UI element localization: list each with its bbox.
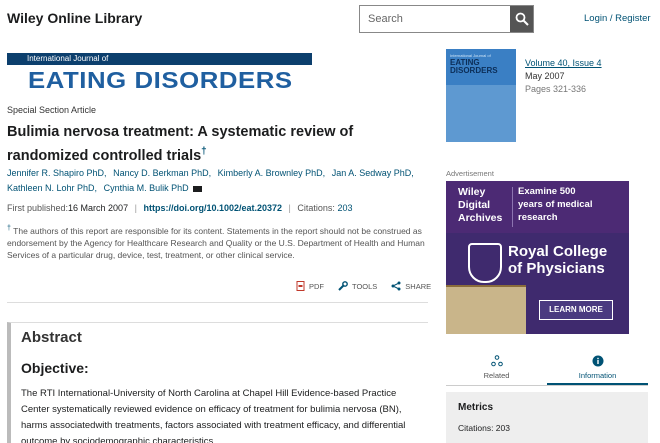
tools-button[interactable]: TOOLS bbox=[338, 281, 377, 291]
mail-icon[interactable] bbox=[192, 185, 202, 192]
first-published-date: 16 March 2007 bbox=[68, 203, 129, 213]
ad-rcp-name: Royal College of Physicians bbox=[508, 243, 607, 277]
ad-wda-line: Digital bbox=[458, 199, 491, 211]
first-published-label: First published: bbox=[7, 203, 69, 213]
tab-related[interactable]: Related bbox=[446, 351, 547, 385]
ad-rcp-line: of Physicians bbox=[508, 260, 605, 277]
journal-cover[interactable]: International Journal of EATING DISORDER… bbox=[446, 49, 516, 142]
site-logo[interactable]: Wiley Online Library bbox=[7, 10, 142, 26]
ad-wda-logo: Wiley Digital Archives bbox=[458, 186, 502, 225]
doi-link[interactable]: https://doi.org/10.1002/eat.20372 bbox=[143, 203, 282, 213]
abstract-section: Abstract Objective: The RTI Internationa… bbox=[7, 322, 428, 443]
search-button[interactable] bbox=[510, 6, 533, 32]
ad-artwork bbox=[446, 285, 526, 334]
metrics-heading: Metrics bbox=[458, 402, 494, 413]
article-title: Bulimia nervosa treatment: A systematic … bbox=[7, 123, 427, 166]
author-link[interactable]: Kimberly A. Brownley PhD, bbox=[218, 168, 326, 178]
title-footnote-mark[interactable]: † bbox=[201, 146, 207, 157]
ad-tagline-line: Examine 500 bbox=[518, 186, 576, 197]
pdf-label: PDF bbox=[309, 281, 324, 291]
ad-rcp-line: Royal College bbox=[508, 243, 608, 260]
related-icon bbox=[490, 355, 503, 367]
abstract-heading: Abstract bbox=[21, 329, 82, 346]
ad-wda-line: Archives bbox=[458, 212, 503, 224]
info-icon bbox=[592, 355, 603, 367]
tab-information-label: Information bbox=[578, 371, 617, 380]
journal-banner[interactable]: International Journal of bbox=[7, 53, 312, 65]
ad-label: Advertisement bbox=[446, 169, 494, 178]
tab-related-label: Related bbox=[483, 371, 510, 380]
advertisement[interactable]: Wiley Digital Archives Examine 500 years… bbox=[446, 181, 629, 334]
search-box bbox=[359, 5, 534, 33]
separator: | bbox=[288, 203, 291, 213]
author-link[interactable]: Nancy D. Berkman PhD, bbox=[113, 168, 211, 178]
rcp-crest-icon bbox=[468, 243, 502, 283]
issue-date: May 2007 bbox=[525, 71, 565, 81]
login-register-link[interactable]: Login / Register bbox=[584, 13, 651, 24]
share-button[interactable]: SHARE bbox=[391, 281, 431, 291]
journal-title[interactable]: EATING DISORDERS bbox=[28, 67, 293, 94]
objective-text: The RTI International-University of Nort… bbox=[21, 388, 406, 443]
tab-information[interactable]: Information bbox=[547, 351, 648, 385]
citations-count-link[interactable]: 203 bbox=[337, 203, 352, 213]
volume-issue-link[interactable]: Volume 40, Issue 4 bbox=[525, 57, 602, 70]
ad-wda-line: Wiley bbox=[458, 186, 486, 198]
pdf-icon bbox=[296, 281, 305, 291]
footnote-mark: † bbox=[7, 224, 11, 232]
author-link[interactable]: Jan A. Sedway PhD, bbox=[332, 168, 414, 178]
share-label: SHARE bbox=[405, 281, 432, 291]
objective-heading: Objective: bbox=[21, 360, 89, 376]
ad-tagline-line: research bbox=[518, 212, 558, 223]
learn-more-button[interactable]: LEARN MORE bbox=[539, 300, 613, 320]
footnote-text: The authors of this report are responsib… bbox=[7, 225, 425, 260]
article-tools: PDF TOOLS SHARE bbox=[296, 281, 431, 291]
author-list: Jennifer R. Shapiro PhD, Nancy D. Berkma… bbox=[7, 166, 427, 196]
ad-divider bbox=[512, 187, 513, 227]
divider bbox=[7, 302, 428, 303]
cover-image bbox=[446, 85, 516, 142]
separator: | bbox=[134, 203, 137, 213]
cover-title: EATING DISORDERS bbox=[450, 59, 498, 75]
sidebar-tabs: Related Information bbox=[446, 351, 648, 386]
issue-pages: Pages 321-336 bbox=[525, 84, 587, 94]
wrench-icon bbox=[338, 281, 348, 291]
ad-tagline: Examine 500 years of medical research bbox=[518, 185, 592, 224]
metrics-citations: Citations: 203 bbox=[458, 423, 510, 433]
article-footnote: † The authors of this report are respons… bbox=[7, 222, 427, 261]
publication-info: First published:16 March 2007 | https://… bbox=[7, 203, 352, 213]
tools-label: TOOLS bbox=[352, 281, 378, 291]
author-link[interactable]: Jennifer R. Shapiro PhD, bbox=[7, 168, 107, 178]
article-title-text: Bulimia nervosa treatment: A systematic … bbox=[7, 124, 354, 164]
metrics-panel: Metrics Citations: 203 bbox=[446, 392, 648, 443]
pdf-button[interactable]: PDF bbox=[296, 281, 324, 291]
issue-info: Volume 40, Issue 4 May 2007 Pages 321-33… bbox=[525, 57, 602, 96]
journal-prefix: International Journal of bbox=[27, 54, 109, 63]
article-type: Special Section Article bbox=[7, 105, 97, 115]
citations-label: Citations: bbox=[297, 203, 335, 213]
search-icon bbox=[515, 12, 529, 26]
author-link[interactable]: Cynthia M. Bulik PhD bbox=[104, 183, 189, 193]
cover-title-line: DISORDERS bbox=[450, 66, 498, 75]
ad-tagline-line: years of medical bbox=[518, 199, 593, 210]
author-link[interactable]: Kathleen N. Lohr PhD, bbox=[7, 183, 97, 193]
share-icon bbox=[391, 281, 401, 291]
search-input[interactable] bbox=[360, 6, 510, 32]
